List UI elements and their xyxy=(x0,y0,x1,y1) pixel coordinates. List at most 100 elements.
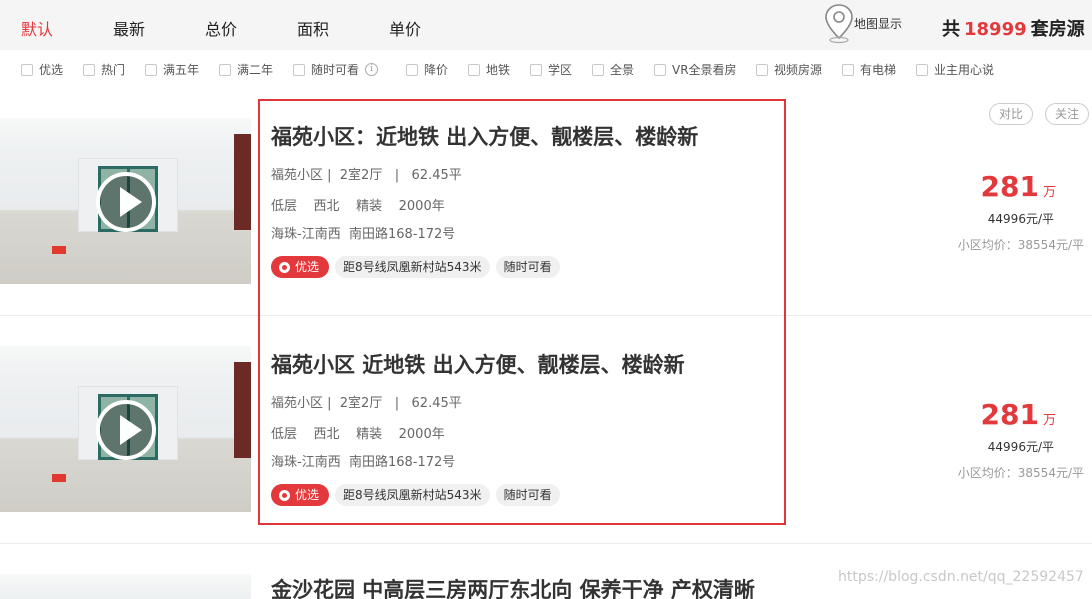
filter-vr[interactable]: VR全景看房 xyxy=(654,61,737,78)
address: 南田路168-172号 xyxy=(348,227,456,242)
sort-tab-default[interactable]: 默认 xyxy=(21,16,53,40)
total-price: 281 万 xyxy=(981,170,1056,203)
medal-icon xyxy=(279,261,290,273)
listing-thumbnail[interactable] xyxy=(0,118,251,284)
sort-tab-total-price[interactable]: 总价 xyxy=(205,16,237,40)
total-number: 18999 xyxy=(964,19,1027,40)
checkbox[interactable] xyxy=(219,63,231,76)
filter-label: 满五年 xyxy=(163,63,200,77)
total-count: 共 18999 套房源 xyxy=(942,15,1085,41)
filter-label: 降价 xyxy=(424,63,449,77)
tag-youxuan: 优选 xyxy=(271,484,330,506)
community-avg-price: 小区均价：38554元/平 xyxy=(957,466,1084,480)
filter-two-years[interactable]: 满二年 xyxy=(219,61,273,78)
filter-row: 优选 热门 满五年 满二年 随时可看 i 降价 地铁 学区 全景 VR全景看房 视… xyxy=(0,50,1092,86)
checkbox[interactable] xyxy=(530,63,542,76)
listing-title[interactable]: 福苑小区：近地铁 出入方便、靓楼层、楼龄新 xyxy=(271,121,698,151)
filter-school[interactable]: 学区 xyxy=(530,61,572,78)
listing-tags: 优选 距8号线凤凰新村站543米 随时可看 xyxy=(271,484,560,506)
community-avg-price: 小区均价：38554元/平 xyxy=(957,238,1084,252)
layout: 2室2厅 xyxy=(339,396,383,411)
orientation: 西北 xyxy=(313,199,340,214)
listing-house-info: 福苑小区 | 2室2厅 | 62.45平 xyxy=(271,164,462,183)
checkbox[interactable] xyxy=(842,63,854,76)
filter-youxuan[interactable]: 优选 xyxy=(21,61,63,78)
filter-label: 视频房源 xyxy=(774,63,823,77)
filter-label: 学区 xyxy=(548,63,573,77)
filter-five-years[interactable]: 满五年 xyxy=(145,61,199,78)
filter-hot[interactable]: 热门 xyxy=(83,61,125,78)
listing-thumbnail[interactable] xyxy=(0,346,251,512)
separator: | xyxy=(394,396,400,411)
address: 南田路168-172号 xyxy=(348,455,456,470)
checkbox[interactable] xyxy=(756,63,768,76)
filter-label: 有电梯 xyxy=(860,63,897,77)
total-suffix: 套房源 xyxy=(1030,19,1085,40)
listing-title[interactable]: 金沙花园 中高层三房两厅东北向 保养干净 产权清晰 xyxy=(271,574,755,599)
checkbox[interactable] xyxy=(916,63,928,76)
listing-house-info: 福苑小区 | 2室2厅 | 62.45平 xyxy=(271,392,462,411)
area: 62.45平 xyxy=(411,396,462,411)
info-icon[interactable]: i xyxy=(365,63,379,76)
community-name[interactable]: 福苑小区 | xyxy=(271,168,332,183)
listing-title[interactable]: 福苑小区 近地铁 出入方便、靓楼层、楼龄新 xyxy=(271,349,685,379)
map-display-label: 地图显示 xyxy=(854,17,903,31)
filter-anytime-viewing[interactable]: 随时可看 i xyxy=(293,61,379,78)
tag-label: 优选 xyxy=(295,488,320,502)
filter-label: 地铁 xyxy=(486,63,511,77)
tag-youxuan: 优选 xyxy=(271,256,330,278)
listing-tags: 优选 距8号线凤凰新村站543米 随时可看 xyxy=(271,256,560,278)
checkbox[interactable] xyxy=(21,63,33,76)
play-icon[interactable] xyxy=(96,400,156,460)
checkbox[interactable] xyxy=(654,63,666,76)
compare-button[interactable]: 对比 xyxy=(989,103,1034,125)
sort-bar: 默认 最新 总价 面积 单价 地图显示 共 18999 套房源 xyxy=(0,0,1092,50)
sort-tab-area[interactable]: 面积 xyxy=(297,16,329,40)
area: 62.45平 xyxy=(411,168,462,183)
checkbox[interactable] xyxy=(83,63,95,76)
price-unit: 万 xyxy=(1042,185,1056,200)
separator: | xyxy=(394,168,400,183)
filter-label: 优选 xyxy=(39,63,64,77)
watermark: https://blog.csdn.net/qq_22592457 xyxy=(838,569,1084,585)
checkbox[interactable] xyxy=(468,63,480,76)
community-name[interactable]: 福苑小区 | xyxy=(271,396,332,411)
decoration: 精装 xyxy=(356,427,383,442)
map-pin-icon xyxy=(825,4,853,44)
filter-label: 热门 xyxy=(101,63,126,77)
sort-tab-unit-price[interactable]: 单价 xyxy=(389,16,421,40)
tag-label: 优选 xyxy=(295,260,320,274)
orientation: 西北 xyxy=(313,427,340,442)
divider xyxy=(0,315,1092,316)
district[interactable]: 海珠-江南西 xyxy=(271,455,341,470)
listing-location: 海珠-江南西 南田路168-172号 xyxy=(271,451,455,470)
sort-tab-newest[interactable]: 最新 xyxy=(113,16,145,40)
play-icon[interactable] xyxy=(96,172,156,232)
filter-label: VR全景看房 xyxy=(672,63,737,77)
price-value: 281 xyxy=(980,398,1039,431)
divider xyxy=(0,543,1092,544)
map-display-button[interactable]: 地图显示 xyxy=(822,2,902,44)
tag-anytime-viewing: 随时可看 xyxy=(495,256,560,278)
checkbox[interactable] xyxy=(592,63,604,76)
filter-elevator[interactable]: 有电梯 xyxy=(842,61,896,78)
filter-panorama[interactable]: 全景 xyxy=(592,61,634,78)
district[interactable]: 海珠-江南西 xyxy=(271,227,341,242)
build-year: 2000年 xyxy=(398,199,445,214)
filter-subway[interactable]: 地铁 xyxy=(468,61,510,78)
follow-button[interactable]: 关注 xyxy=(1045,103,1090,125)
listing-thumbnail[interactable] xyxy=(0,574,251,599)
filter-label: 随时可看 xyxy=(311,63,360,77)
price-unit: 万 xyxy=(1042,413,1056,428)
filter-owner-says[interactable]: 业主用心说 xyxy=(916,61,994,78)
build-year: 2000年 xyxy=(398,427,445,442)
layout: 2室2厅 xyxy=(339,168,383,183)
filter-price-drop[interactable]: 降价 xyxy=(406,61,448,78)
checkbox[interactable] xyxy=(293,63,305,76)
filter-video[interactable]: 视频房源 xyxy=(756,61,822,78)
checkbox[interactable] xyxy=(406,63,418,76)
price-value: 281 xyxy=(980,170,1039,203)
unit-price: 44996元/平 xyxy=(987,212,1054,226)
filter-label: 业主用心说 xyxy=(934,63,995,77)
checkbox[interactable] xyxy=(145,63,157,76)
